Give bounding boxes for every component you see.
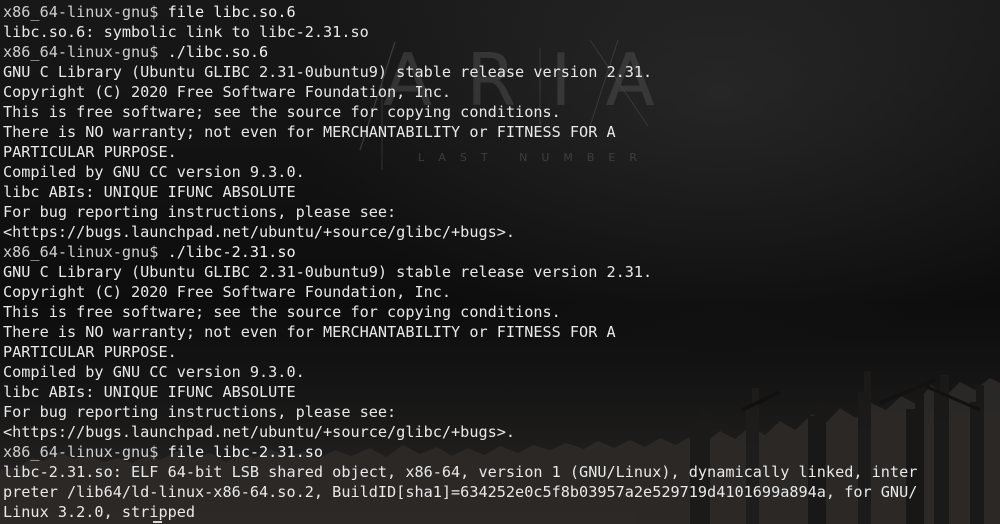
terminal-line-output: preter /lib64/ld-linux-x86-64.so.2, Buil… bbox=[3, 483, 918, 501]
command-text: ./libc-2.31.so bbox=[167, 243, 296, 261]
terminal-line-command: x86_64-linux-gnu$ file libc.so.6 bbox=[3, 2, 1000, 22]
terminal-line-output: For bug reporting instructions, please s… bbox=[3, 403, 397, 421]
terminal-line-output: PARTICULAR PURPOSE. bbox=[3, 343, 177, 361]
terminal-line-output: Copyright (C) 2020 Free Software Foundat… bbox=[3, 283, 452, 301]
terminal-line-output: <https://bugs.launchpad.net/ubuntu/+sour… bbox=[3, 223, 516, 241]
terminal-cursor bbox=[153, 521, 162, 523]
terminal-line-output: Compiled by GNU CC version 9.3.0. bbox=[3, 363, 305, 381]
terminal-line-output: GNU C Library (Ubuntu GLIBC 2.31-0ubuntu… bbox=[3, 63, 653, 81]
shell-prompt: x86_64-linux-gnu$ bbox=[3, 3, 168, 21]
terminal-line-command: x86_64-linux-gnu$ ./libc.so.6 bbox=[3, 42, 1000, 62]
terminal-line-output: libc-2.31.so: ELF 64-bit LSB shared obje… bbox=[3, 463, 918, 481]
terminal-line-output: This is free software; see the source fo… bbox=[3, 103, 561, 121]
shell-prompt: x86_64-linux-gnu$ bbox=[3, 43, 168, 61]
terminal-line-output: For bug reporting instructions, please s… bbox=[3, 203, 397, 221]
terminal-line-output: <https://bugs.launchpad.net/ubuntu/+sour… bbox=[3, 423, 516, 441]
shell-prompt: x86_64-linux-gnu$ bbox=[3, 243, 168, 261]
terminal-line-output: Linux 3.2.0, stripped bbox=[3, 503, 196, 521]
terminal-line-output: PARTICULAR PURPOSE. bbox=[3, 143, 177, 161]
terminal-line-output: Compiled by GNU CC version 9.3.0. bbox=[3, 163, 305, 181]
terminal-window[interactable]: ARIA LAST NUMBER x86_64-linux-gnu$ file … bbox=[0, 0, 1000, 524]
command-text: file libc-2.31.so bbox=[167, 443, 324, 461]
terminal-line-output: Copyright (C) 2020 Free Software Foundat… bbox=[3, 83, 452, 101]
terminal-line-output: libc ABIs: UNIQUE IFUNC ABSOLUTE bbox=[3, 383, 296, 401]
terminal-line-output: This is free software; see the source fo… bbox=[3, 303, 561, 321]
terminal-output: x86_64-linux-gnu$ file libc.so.6 libc.so… bbox=[3, 2, 1000, 522]
terminal-line-command: x86_64-linux-gnu$ ./libc-2.31.so bbox=[3, 242, 1000, 262]
shell-prompt: x86_64-linux-gnu$ bbox=[3, 443, 168, 461]
terminal-line-output: libc.so.6: symbolic link to libc-2.31.so bbox=[3, 23, 369, 41]
terminal-line-output: There is NO warranty; not even for MERCH… bbox=[3, 123, 616, 141]
terminal-line-command: x86_64-linux-gnu$ file libc-2.31.so bbox=[3, 442, 1000, 462]
command-text: ./libc.so.6 bbox=[167, 43, 269, 61]
terminal-line-output: GNU C Library (Ubuntu GLIBC 2.31-0ubuntu… bbox=[3, 263, 653, 281]
command-text: file libc.so.6 bbox=[167, 3, 296, 21]
terminal-line-output: libc ABIs: UNIQUE IFUNC ABSOLUTE bbox=[3, 183, 296, 201]
terminal-line-output: There is NO warranty; not even for MERCH… bbox=[3, 323, 616, 341]
